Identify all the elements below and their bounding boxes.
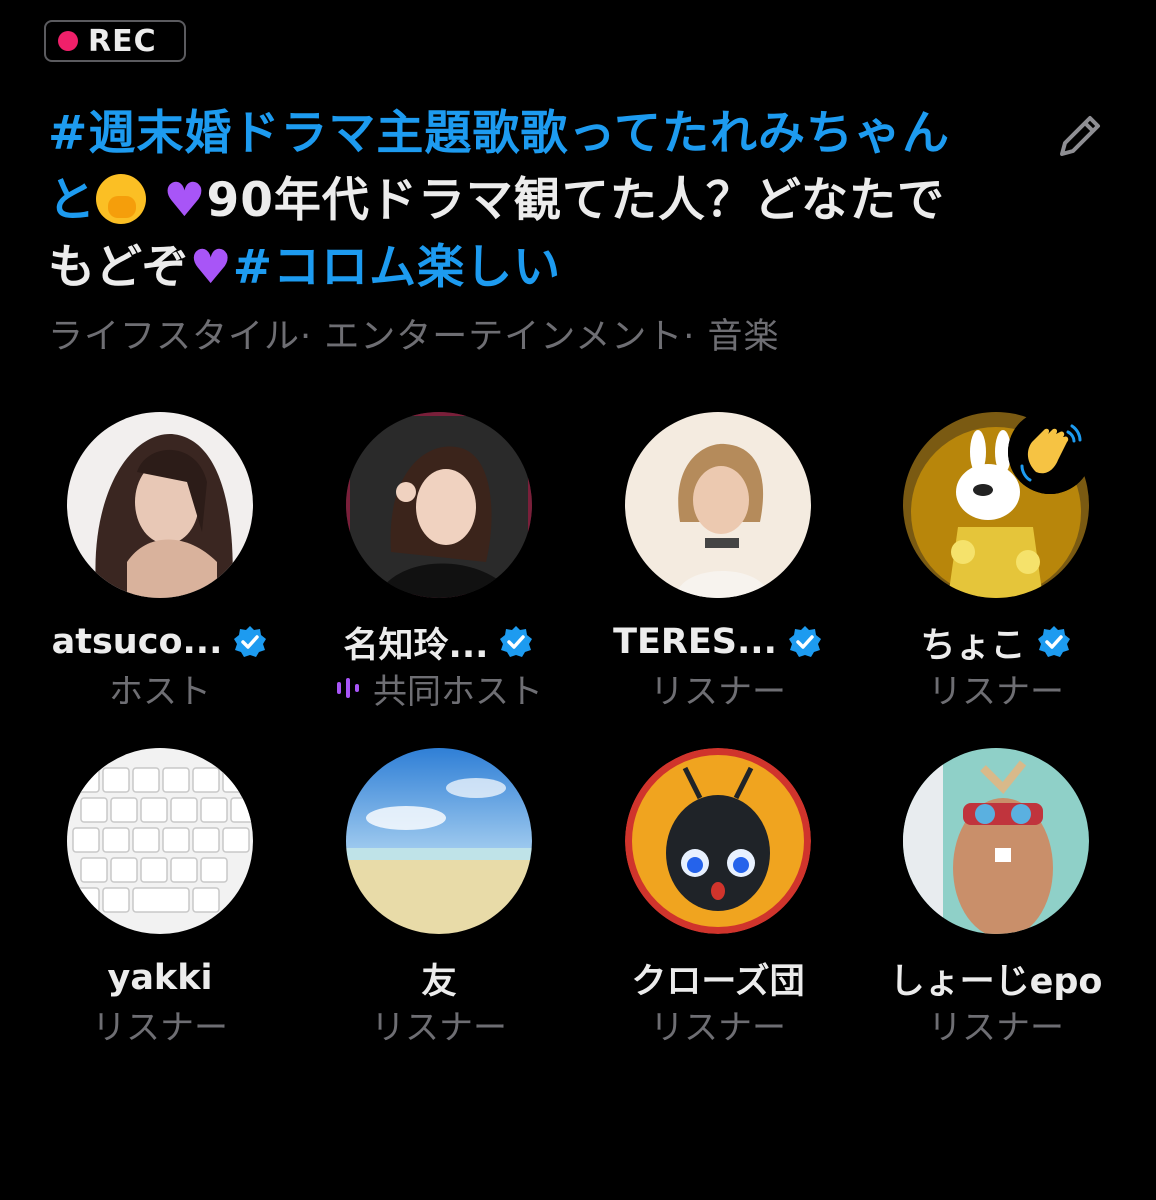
participant-name: クローズ団	[631, 961, 805, 1002]
participant-role: リスナー	[650, 671, 786, 712]
space-title: #週末婚ドラマ主題歌歌ってたれみちゃん と ♥90年代ドラマ観てた人？どなたで …	[48, 100, 1048, 301]
verified-badge-icon	[234, 626, 267, 657]
participant-name: 名知玲...	[343, 625, 489, 666]
participant-name: TERES...	[613, 622, 777, 662]
participant-role: リスナー	[928, 1007, 1064, 1048]
participant-role: リスナー	[92, 1007, 228, 1048]
participant-card[interactable]: ちょこ リスナー	[856, 412, 1136, 712]
purple-heart-icon: ♥	[189, 240, 233, 295]
avatar[interactable]	[903, 748, 1089, 934]
avatar[interactable]	[625, 748, 811, 934]
participant-role: リスナー	[650, 1007, 786, 1048]
avatar[interactable]	[346, 412, 532, 598]
space-categories: ライフスタイル· エンターテインメント· 音楽	[48, 317, 780, 357]
participant-card[interactable]: しょーじepo リスナー	[856, 748, 1136, 1048]
participant-card[interactable]: TERES... リスナー	[578, 412, 858, 712]
waving-hand-icon	[1008, 410, 1092, 494]
participant-name: 友	[421, 961, 457, 1002]
title-line-2-start: と	[48, 173, 96, 228]
audio-wave-icon	[337, 678, 359, 698]
pencil-icon[interactable]	[1052, 108, 1108, 164]
participant-card[interactable]: 友 リスナー	[299, 748, 579, 1048]
space-details: REC #週末婚ドラマ主題歌歌ってたれみちゃん と ♥90年代ドラマ観てた人？ど…	[0, 0, 1156, 1200]
participant-role: 共同ホスト	[373, 671, 543, 712]
purple-heart-icon: ♥	[163, 173, 207, 228]
title-line-1[interactable]: #週末婚ドラマ主題歌歌ってたれみちゃん	[48, 106, 950, 161]
participant-name: yakki	[107, 958, 213, 998]
avatar[interactable]	[346, 748, 532, 934]
participant-name: しょーじepo	[889, 961, 1103, 1002]
avatar[interactable]	[67, 748, 253, 934]
participant-name: ちょこ	[920, 625, 1026, 666]
recording-label: REC	[88, 23, 157, 59]
participant-card[interactable]: クローズ団 リスナー	[578, 748, 858, 1048]
participant-card[interactable]: 名知玲... 共同ホスト	[299, 412, 579, 712]
participant-name: atsuco...	[51, 622, 223, 662]
title-line-2-rest: 90年代ドラマ観てた人？どなたで	[206, 173, 945, 228]
participant-role: リスナー	[371, 1007, 507, 1048]
title-hashtag[interactable]: #コロム楽しい	[233, 240, 561, 295]
participant-card[interactable]: atsuco... ホスト	[20, 412, 300, 712]
verified-badge-icon	[788, 626, 821, 657]
participant-role: リスナー	[928, 671, 1064, 712]
title-line-3-start: もどぞ	[48, 240, 190, 295]
participant-role: ホスト	[109, 671, 211, 712]
participant-card[interactable]: yakki リスナー	[20, 748, 300, 1048]
avatar[interactable]	[625, 412, 811, 598]
participants-row: yakki リスナー 友 リスナー クローズ団 リスナー しょーじepo リスナ…	[0, 748, 1156, 1048]
recording-badge: REC	[44, 20, 186, 62]
verified-badge-icon	[1037, 626, 1070, 657]
record-dot-icon	[58, 31, 78, 51]
hand-over-mouth-emoji-icon	[96, 174, 146, 224]
participants-row: atsuco... ホスト 名知玲... 共同ホスト TERES... リスナー…	[0, 412, 1156, 712]
avatar[interactable]	[67, 412, 253, 598]
verified-badge-icon	[500, 626, 533, 657]
